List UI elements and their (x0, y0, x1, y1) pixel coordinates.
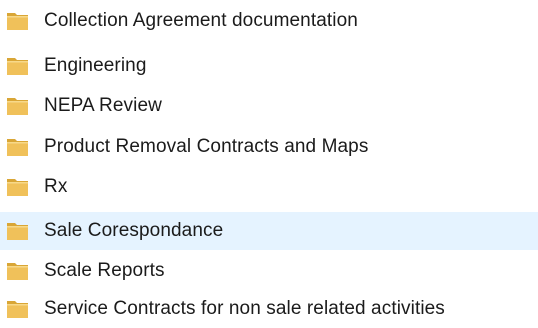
folder-icon (7, 223, 28, 240)
folder-label: Scale Reports (44, 260, 165, 281)
folder-icon (7, 263, 28, 280)
folder-item-sale-corespondance[interactable]: Sale Corespondance (0, 212, 538, 250)
folder-item-collection-agreement-documentation[interactable]: Collection Agreement documentation (0, 2, 538, 40)
folder-label: Engineering (44, 55, 147, 76)
folder-label: Rx (44, 176, 68, 197)
folder-icon (7, 179, 28, 196)
folder-label: NEPA Review (44, 95, 162, 116)
folder-list: Collection Agreement documentation Engin… (0, 0, 538, 328)
folder-icon (7, 58, 28, 75)
folder-item-service-contracts-for-non-sale-related-activities[interactable]: Service Contracts for non sale related a… (0, 290, 538, 328)
folder-item-engineering[interactable]: Engineering (0, 47, 538, 85)
folder-label: Service Contracts for non sale related a… (44, 298, 445, 319)
folder-item-product-removal-contracts-and-maps[interactable]: Product Removal Contracts and Maps (0, 128, 538, 166)
folder-icon (7, 139, 28, 156)
folder-label: Product Removal Contracts and Maps (44, 136, 369, 157)
folder-item-rx[interactable]: Rx (0, 168, 538, 206)
folder-icon (7, 301, 28, 318)
folder-label: Sale Corespondance (44, 220, 224, 241)
folder-label: Collection Agreement documentation (44, 10, 358, 31)
folder-item-nepa-review[interactable]: NEPA Review (0, 87, 538, 125)
folder-icon (7, 13, 28, 30)
folder-item-scale-reports[interactable]: Scale Reports (0, 252, 538, 290)
folder-icon (7, 98, 28, 115)
